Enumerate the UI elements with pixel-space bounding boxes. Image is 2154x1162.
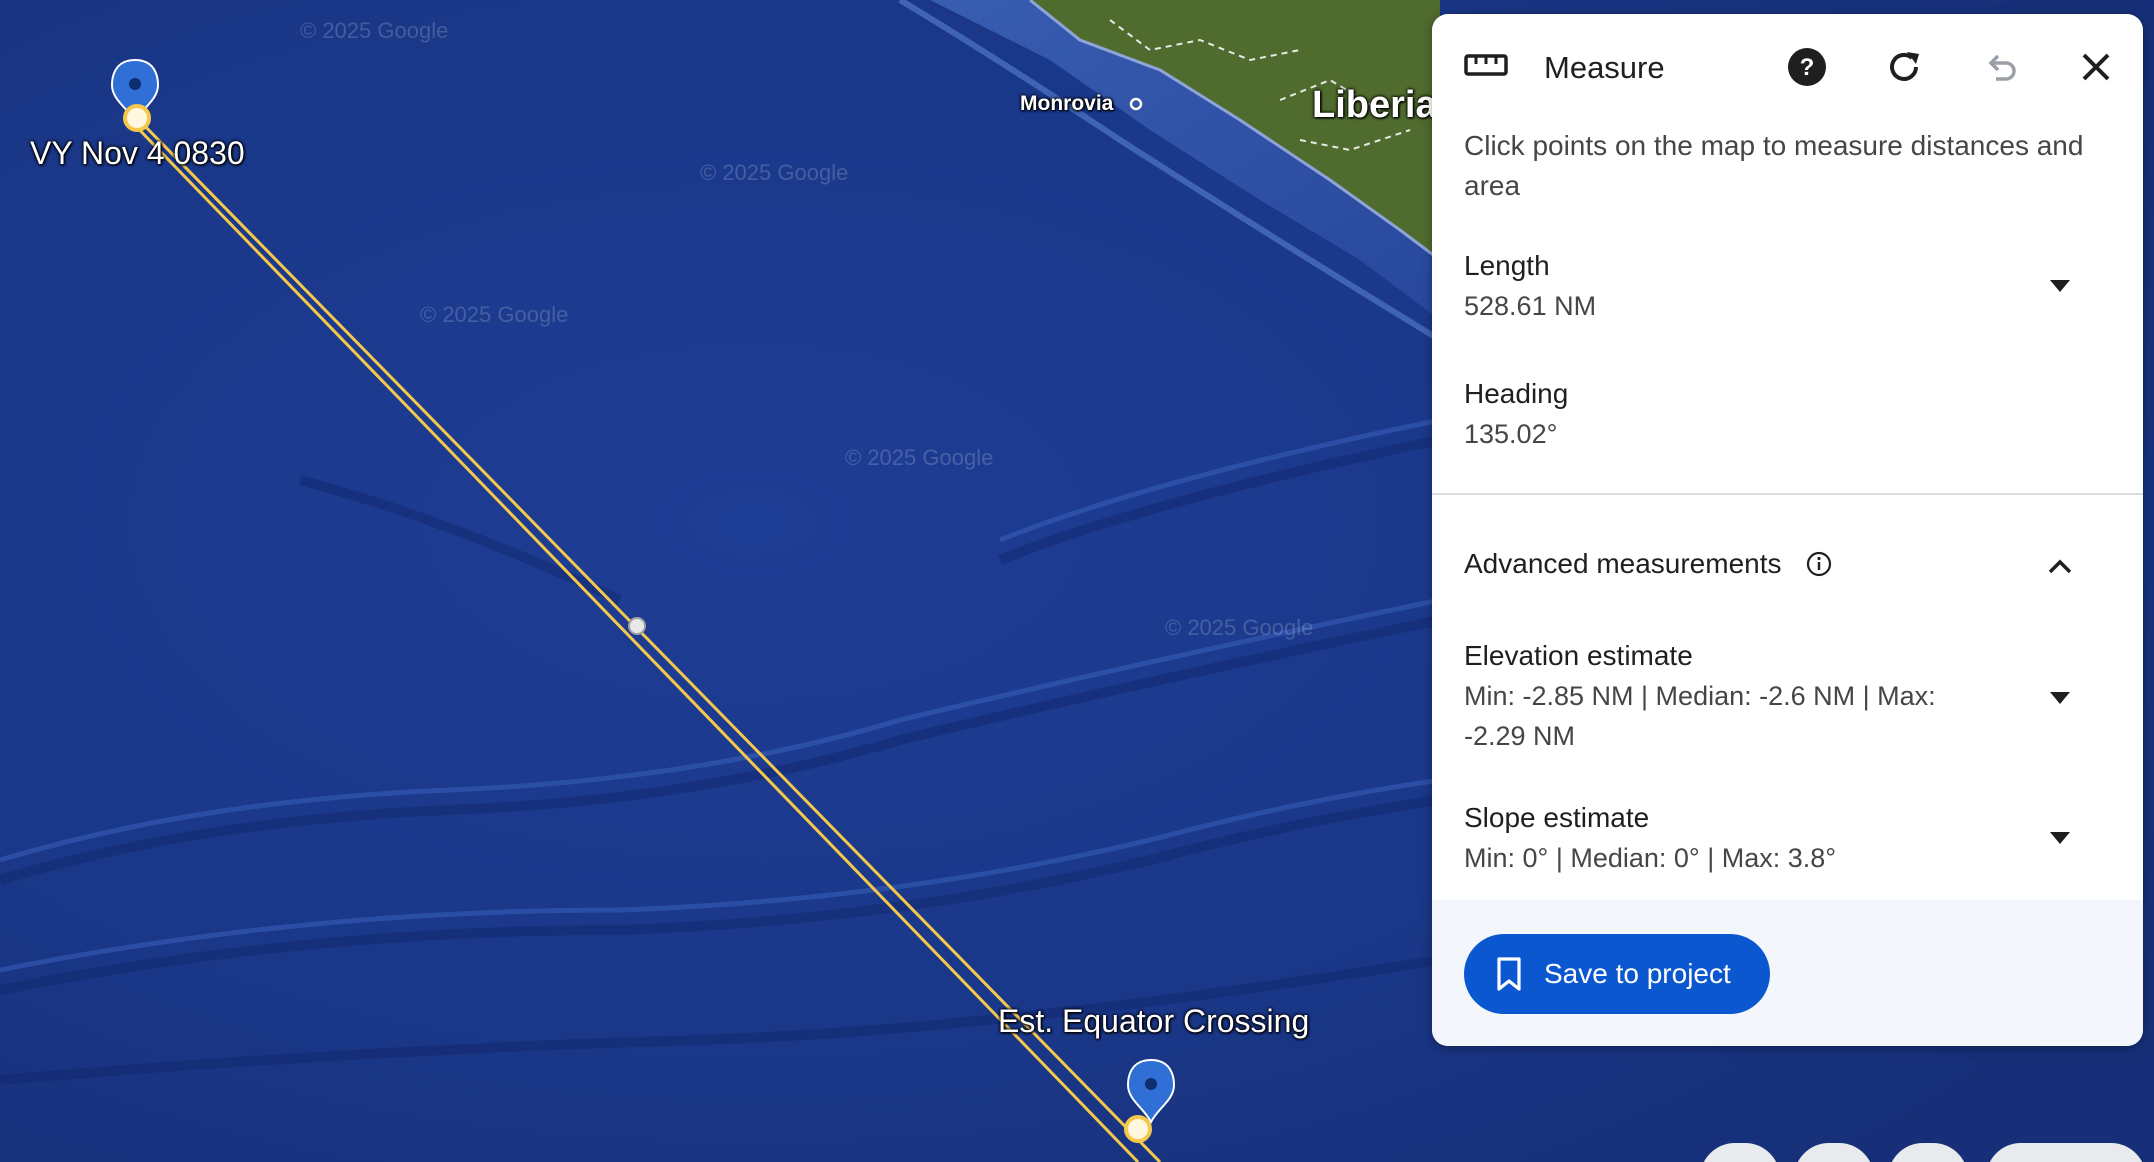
close-icon — [2082, 53, 2110, 81]
save-to-project-button[interactable]: Save to project — [1464, 934, 1770, 1014]
elevation-dropdown[interactable] — [2042, 680, 2078, 716]
ruler-icon — [1464, 54, 1508, 76]
undo-icon — [1988, 54, 2016, 81]
length-value: 528.61 NM — [1464, 291, 1597, 321]
start-point-handle[interactable] — [123, 104, 151, 132]
undo-button[interactable] — [1978, 44, 2024, 90]
slope-value: Min: 0° | Median: 0° | Max: 3.8° — [1464, 843, 1837, 873]
watermark: © 2025 Google — [300, 18, 449, 43]
advanced-measurements-label: Advanced measurements — [1464, 548, 1782, 579]
bookmark-icon — [1497, 957, 1521, 991]
panel-title: Measure — [1544, 50, 1665, 85]
start-point-label: VY Nov 4 0830 — [30, 135, 245, 171]
heading-label: Heading — [1464, 378, 1569, 409]
slope-label: Slope estimate — [1464, 802, 1650, 833]
end-point-label: Est. Equator Crossing — [998, 1003, 1310, 1039]
caret-down-icon — [2050, 692, 2070, 704]
country-label: Liberia — [1312, 84, 1437, 126]
elevation-label: Elevation estimate — [1464, 640, 1693, 671]
save-button-label: Save to project — [1544, 958, 1731, 989]
watermark: © 2025 Google — [845, 445, 994, 470]
reset-button[interactable] — [1881, 44, 1927, 90]
refresh-icon — [1890, 52, 1919, 81]
slope-dropdown[interactable] — [2042, 820, 2078, 856]
end-point-handle[interactable] — [1124, 1115, 1152, 1143]
svg-text:?: ? — [1800, 54, 1815, 81]
caret-down-icon — [2050, 280, 2070, 292]
info-icon[interactable] — [1806, 551, 1832, 577]
elevation-value-cont: -2.29 NM — [1464, 721, 1576, 751]
advanced-collapse-toggle[interactable] — [2042, 548, 2078, 584]
chevron-up-icon — [2048, 559, 2072, 574]
heading-value: 135.02° — [1464, 419, 1558, 449]
measure-midpoint-handle[interactable] — [628, 617, 646, 635]
help-button[interactable]: ? — [1784, 44, 1830, 90]
length-label: Length — [1464, 250, 1550, 281]
divider — [1432, 493, 2143, 495]
map-control-button[interactable] — [1986, 1143, 2146, 1162]
panel-description: Click points on the map to measure dista… — [1464, 130, 2084, 201]
elevation-value: Min: -2.85 NM | Median: -2.6 NM | Max: — [1464, 681, 1936, 711]
city-label: Monrovia — [1020, 92, 1114, 115]
measure-panel: Measure ? Click points on the map to mea… — [1432, 14, 2143, 1046]
watermark: © 2025 Google — [700, 160, 849, 185]
length-unit-dropdown[interactable] — [2042, 268, 2078, 304]
caret-down-icon — [2050, 832, 2070, 844]
close-button[interactable] — [2073, 44, 2119, 90]
watermark: © 2025 Google — [1165, 615, 1314, 640]
watermark: © 2025 Google — [420, 302, 569, 327]
panel-header: Measure ? — [1432, 14, 2143, 126]
help-icon: ? — [1788, 48, 1826, 86]
